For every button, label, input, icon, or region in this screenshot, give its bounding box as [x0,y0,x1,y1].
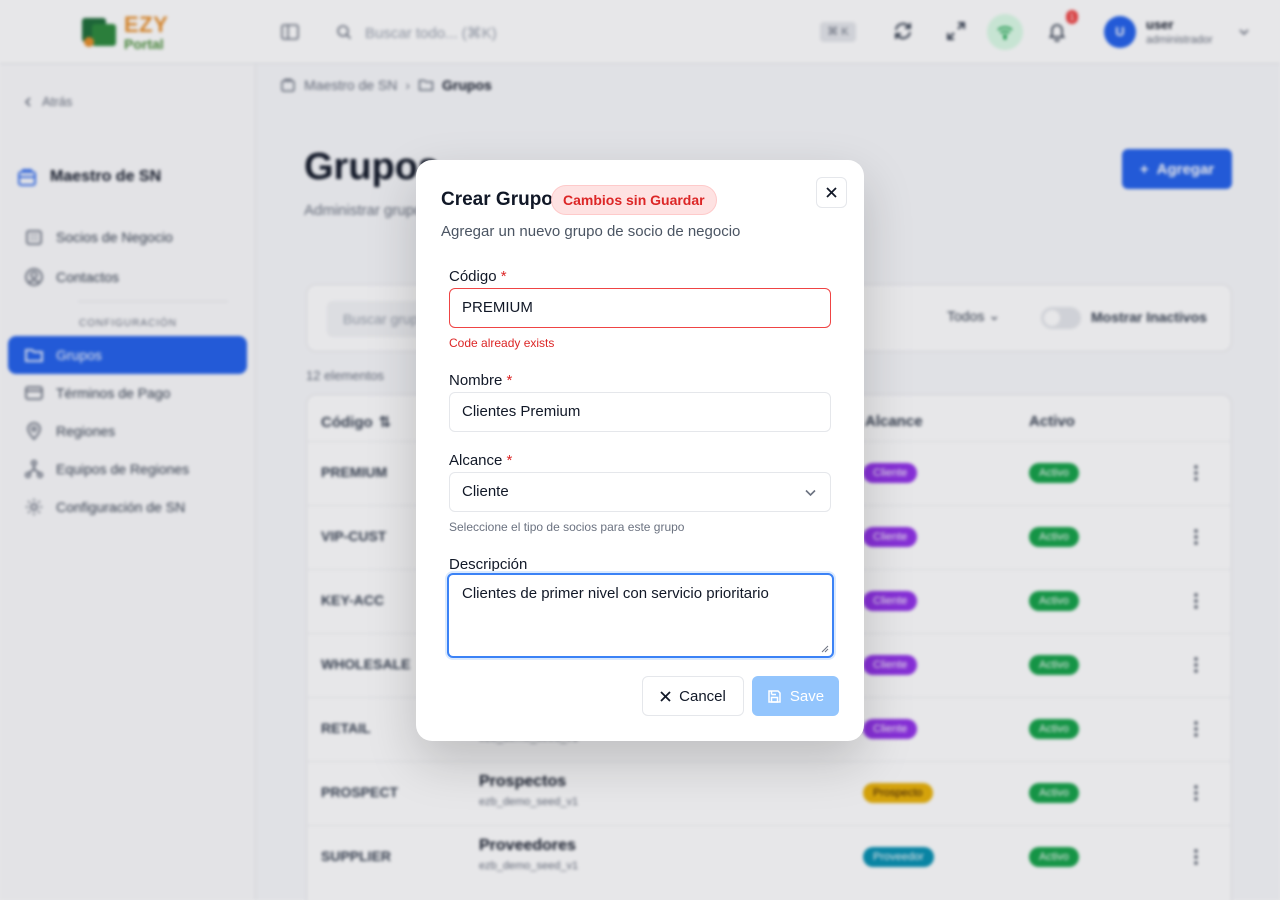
close-icon [826,187,837,198]
resize-handle-icon[interactable] [821,645,829,653]
dialog-title: Crear Grupo [441,189,553,210]
name-label: Nombre * [449,372,512,389]
code-input[interactable]: PREMIUM [449,288,831,328]
scope-label-text: Alcance [449,452,503,469]
scope-select-value: Cliente [462,483,509,500]
scope-label: Alcance * [449,452,512,469]
cancel-label: Cancel [679,687,726,705]
description-value: Clientes de primer nivel con servicio pr… [462,585,769,602]
code-error-message: Code already exists [449,336,555,350]
cancel-button[interactable]: Cancel [642,676,744,716]
save-button[interactable]: Save [752,676,839,716]
required-mark: * [506,452,513,469]
save-icon [768,689,781,703]
scope-select[interactable]: Cliente [449,472,831,512]
save-label: Save [789,687,825,705]
description-label: Descripción [449,556,528,573]
scope-help-text: Seleccione el tipo de socios para este g… [449,520,685,534]
code-label: Código * [449,268,507,285]
required-mark: * [500,268,507,285]
name-input[interactable]: Clientes Premium [449,392,831,432]
create-group-dialog: Crear Grupo Cambios sin Guardar Agregar … [416,160,864,741]
close-icon [660,690,671,702]
code-label-text: Código [449,268,497,285]
required-mark: * [506,372,513,389]
name-label-text: Nombre [449,372,503,389]
unsaved-changes-badge: Cambios sin Guardar [551,185,717,215]
dialog-description: Agregar un nuevo grupo de socio de negoc… [441,223,741,240]
chevron-down-icon [805,489,816,497]
close-button[interactable] [816,177,847,208]
description-textarea[interactable]: Clientes de primer nivel con servicio pr… [447,573,834,658]
